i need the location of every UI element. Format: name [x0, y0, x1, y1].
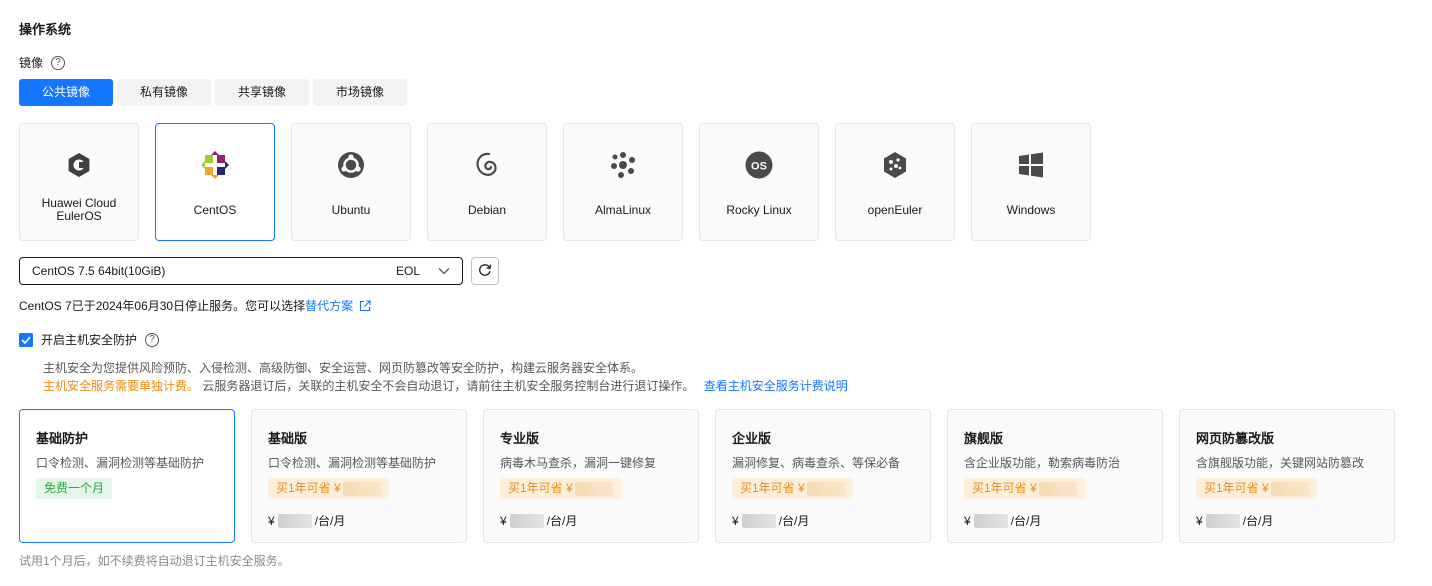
os-card-centos[interactable]: CentOS [155, 123, 275, 241]
image-type-tabs: 公共镜像 私有镜像 共享镜像 市场镜像 [19, 79, 407, 106]
plan-desc: 口令检测、漏洞检测等基础防护 [36, 456, 205, 470]
help-icon[interactable]: ? [51, 55, 66, 70]
hss-checkbox[interactable] [19, 332, 33, 347]
plan-name: 基础版 [268, 431, 308, 446]
os-card-debian[interactable]: Debian [427, 123, 547, 241]
plan-card-premium[interactable]: 旗舰版 含企业版功能，勒索病毒防治 买1年可省 ¥ ¥/台/月 [947, 409, 1163, 543]
hss-checkbox-row: 开启主机安全防护 ? [19, 331, 160, 348]
eol-note: CentOS 7已于2024年06月30日停止服务。您可以选择 替代方案 [19, 297, 371, 314]
openeuler-icon [880, 150, 910, 180]
os-card-openeuler[interactable]: openEuler [835, 123, 955, 241]
plan-name: 专业版 [500, 431, 540, 446]
plan-card-web-tamper-protection[interactable]: 网页防篡改版 含旗舰版功能，关键网站防篡改 买1年可省 ¥ ¥/台/月 [1179, 409, 1395, 543]
discount-badge: 买1年可省 ¥ [500, 478, 621, 499]
hss-billing-warning: 主机安全服务需要单独计费。 [43, 379, 200, 393]
debian-icon [472, 150, 502, 180]
tab-private-image[interactable]: 私有镜像 [117, 79, 211, 106]
os-card-rocky-linux[interactable]: OS Rocky Linux [699, 123, 819, 241]
os-name: Huawei Cloud EulerOS [41, 196, 117, 223]
hss-desc-line1: 主机安全为您提供风险预防、入侵检测、高级防御、安全运营、网页防篡改等安全防护，构… [43, 361, 644, 375]
svg-text:OS: OS [751, 161, 767, 173]
os-name: Rocky Linux [726, 202, 792, 217]
os-name: Ubuntu [331, 202, 371, 217]
os-name: Windows [1006, 202, 1056, 217]
plan-desc: 含企业版功能，勒索病毒防治 [964, 456, 1121, 470]
refresh-icon [478, 263, 492, 280]
help-icon[interactable]: ? [145, 332, 160, 347]
hss-checkbox-label: 开启主机安全防护 [41, 333, 138, 347]
os-card-ubuntu[interactable]: Ubuntu [291, 123, 411, 241]
plan-price: ¥/台/月 [732, 513, 810, 528]
alternative-link[interactable]: 替代方案 [305, 297, 353, 314]
plan-card-professional[interactable]: 专业版 病毒木马查杀，漏洞一键修复 买1年可省 ¥ ¥/台/月 [483, 409, 699, 543]
hss-desc-line2: 云服务器退订后，关联的主机安全不会自动退订，请前往主机安全服务控制台进行退订操作… [202, 379, 695, 393]
plan-price: ¥/台/月 [964, 513, 1042, 528]
plan-desc: 病毒木马查杀，漏洞一键修复 [500, 456, 657, 470]
discount-badge: 买1年可省 ¥ [964, 478, 1085, 499]
free-badge: 免费一个月 [36, 478, 113, 499]
plan-card-basic-protection[interactable]: 基础防护 口令检测、漏洞检测等基础防护 免费一个月 [19, 409, 235, 543]
discount-badge: 买1年可省 ¥ [732, 478, 853, 499]
plan-price: ¥/台/月 [500, 513, 578, 528]
section-title: 操作系统 [19, 22, 72, 37]
os-card-windows[interactable]: Windows [971, 123, 1091, 241]
almalinux-icon [608, 150, 638, 180]
plan-name: 基础防护 [36, 431, 89, 446]
ubuntu-icon [336, 150, 366, 180]
refresh-button[interactable] [471, 257, 499, 285]
tab-shared-image[interactable]: 共享镜像 [215, 79, 309, 106]
plan-desc: 含旗舰版功能，关键网站防篡改 [1196, 456, 1365, 470]
image-label: 镜像 [19, 56, 44, 70]
eol-tag: EOL [395, 264, 420, 278]
plan-price: ¥/台/月 [268, 513, 346, 528]
plan-card-basic[interactable]: 基础版 口令检测、漏洞检测等基础防护 买1年可省 ¥ ¥/台/月 [251, 409, 467, 543]
os-card-almalinux[interactable]: AlmaLinux [563, 123, 683, 241]
plan-card-enterprise[interactable]: 企业版 漏洞修复、病毒查杀、等保必备 买1年可省 ¥ ¥/台/月 [715, 409, 931, 543]
hss-plan-list: 基础防护 口令检测、漏洞检测等基础防护 免费一个月 基础版 口令检测、漏洞检测等… [19, 409, 1395, 543]
hss-billing-link[interactable]: 查看主机安全服务计费说明 [704, 379, 848, 393]
hss-description: 主机安全为您提供风险预防、入侵检测、高级防御、安全运营、网页防篡改等安全防护，构… [43, 359, 848, 395]
chevron-down-icon [438, 264, 450, 278]
external-link-icon[interactable] [359, 299, 371, 312]
plan-name: 旗舰版 [964, 431, 1004, 446]
trial-note: 试用1个月后，如不续费将自动退订主机安全服务。 [19, 554, 290, 568]
os-name: CentOS [193, 202, 237, 217]
os-name: Debian [467, 202, 507, 217]
plan-price: ¥/台/月 [1196, 513, 1274, 528]
plan-desc: 漏洞修复、病毒查杀、等保必备 [732, 456, 901, 470]
plan-name: 网页防篡改版 [1196, 431, 1275, 446]
os-card-huawei-cloud-euleros[interactable]: Huawei Cloud EulerOS [19, 123, 139, 241]
tab-market-image[interactable]: 市场镜像 [313, 79, 407, 106]
plan-name: 企业版 [732, 431, 772, 446]
os-name: openEuler [867, 202, 923, 217]
image-version-select[interactable]: CentOS 7.5 64bit(10GiB) EOL [19, 257, 463, 285]
selected-version: CentOS 7.5 64bit(10GiB) [32, 264, 166, 278]
centos-icon [200, 150, 230, 180]
discount-badge: 买1年可省 ¥ [268, 478, 389, 499]
os-name: AlmaLinux [594, 202, 652, 217]
plan-desc: 口令检测、漏洞检测等基础防护 [268, 456, 437, 470]
windows-icon [1016, 150, 1046, 180]
tab-public-image[interactable]: 公共镜像 [19, 79, 113, 106]
huawei-cloud-euleros-icon [64, 150, 94, 180]
rocky-linux-icon: OS [744, 150, 774, 180]
os-card-list: Huawei Cloud EulerOS CentOS Ubuntu Debia… [19, 123, 1091, 241]
image-label-row: 镜像 ? [19, 54, 66, 71]
discount-badge: 买1年可省 ¥ [1196, 478, 1317, 499]
eol-note-text: CentOS 7已于2024年06月30日停止服务。您可以选择 [19, 299, 306, 313]
